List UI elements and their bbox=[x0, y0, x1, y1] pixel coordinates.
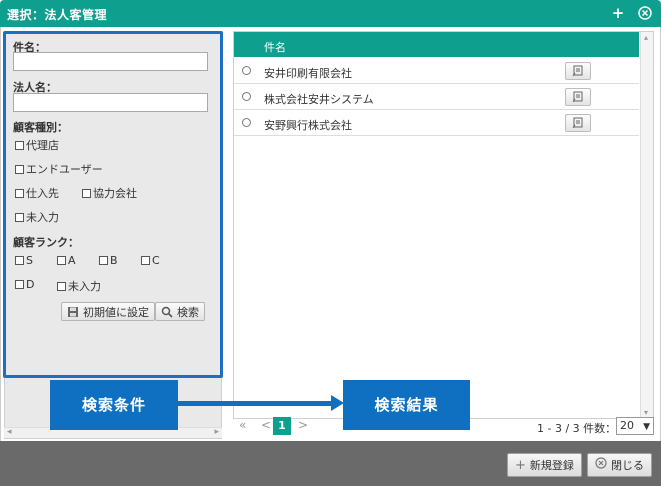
floppy-disk-icon bbox=[68, 306, 78, 317]
rank-checkbox-b[interactable]: B bbox=[99, 254, 118, 267]
checkbox-box[interactable] bbox=[15, 212, 24, 222]
close-circle-icon[interactable] bbox=[636, 4, 654, 22]
table-row[interactable]: 安野興行株式会社 bbox=[234, 110, 639, 136]
checkbox-box[interactable] bbox=[15, 164, 24, 174]
checkbox-label: S bbox=[26, 254, 33, 267]
row-radio[interactable] bbox=[242, 66, 251, 75]
detail-button[interactable] bbox=[565, 88, 591, 106]
type-checkbox-enduser[interactable]: エンドユーザー bbox=[15, 161, 103, 177]
reset-defaults-button[interactable]: 初期値に設定 bbox=[61, 302, 155, 321]
memo-icon bbox=[572, 91, 583, 103]
search-button-label: 検索 bbox=[177, 305, 199, 319]
close-button[interactable]: 閉じる bbox=[587, 453, 652, 477]
checkbox-label: エンドユーザー bbox=[26, 163, 103, 176]
customer-type-label: 顧客種別： bbox=[13, 121, 68, 134]
detail-button[interactable] bbox=[565, 62, 591, 80]
new-register-label: 新規登録 bbox=[529, 459, 574, 472]
callout-arrow-line bbox=[178, 401, 333, 406]
search-conditions-callout: 検索条件 bbox=[50, 380, 178, 430]
row-name: 安井印刷有限会社 bbox=[264, 67, 352, 80]
result-count: 1 - 3 / 3 件数： bbox=[537, 422, 617, 435]
row-radio[interactable] bbox=[242, 118, 251, 127]
next-page-icon[interactable]: > bbox=[298, 418, 308, 432]
current-page-button[interactable]: 1 bbox=[273, 417, 291, 435]
results-grid-header: 件名 bbox=[234, 32, 639, 57]
dialog-titlebar: 選択：法人客管理 + bbox=[0, 0, 661, 27]
close-label: 閉じる bbox=[611, 459, 644, 472]
memo-icon bbox=[572, 117, 583, 129]
first-page-icon[interactable]: « bbox=[239, 418, 246, 432]
plus-icon[interactable]: + bbox=[609, 4, 627, 22]
checkbox-box[interactable] bbox=[15, 140, 24, 150]
table-row[interactable]: 安井印刷有限会社 bbox=[234, 58, 639, 84]
checkbox-label: C bbox=[152, 254, 160, 267]
corp-name-input[interactable] bbox=[13, 93, 208, 112]
column-header-subject: 件名 bbox=[264, 41, 286, 54]
rank-checkbox-a[interactable]: A bbox=[57, 254, 76, 267]
scroll-left-icon[interactable]: ◂ bbox=[7, 427, 12, 437]
per-page-select[interactable]: 20 ▼ bbox=[616, 417, 654, 435]
checkbox-label: 代理店 bbox=[26, 139, 59, 152]
checkbox-box[interactable] bbox=[15, 188, 24, 198]
new-register-button[interactable]: + 新規登録 bbox=[507, 453, 582, 477]
checkbox-box[interactable] bbox=[82, 188, 91, 198]
checkbox-label: B bbox=[110, 254, 118, 267]
customer-rank-label: 顧客ランク： bbox=[13, 236, 79, 249]
rank-checkbox-c[interactable]: C bbox=[141, 254, 160, 267]
checkbox-box[interactable] bbox=[57, 256, 66, 265]
dialog-footer: + 新規登録 閉じる bbox=[0, 441, 661, 486]
prev-page-icon[interactable]: < bbox=[261, 418, 271, 432]
close-circle-icon bbox=[595, 457, 607, 473]
checkbox-box[interactable] bbox=[15, 256, 24, 265]
rank-checkbox-unset[interactable]: 未入力 bbox=[57, 278, 101, 294]
table-row[interactable]: 株式会社安井システム bbox=[234, 84, 639, 110]
row-radio[interactable] bbox=[242, 92, 251, 101]
search-button[interactable]: 検索 bbox=[155, 302, 205, 321]
checkbox-label: 仕入先 bbox=[26, 187, 59, 200]
detail-button[interactable] bbox=[565, 114, 591, 132]
type-checkbox-agency[interactable]: 代理店 bbox=[15, 137, 59, 153]
search-results-callout: 検索結果 bbox=[343, 380, 470, 430]
type-checkbox-unset[interactable]: 未入力 bbox=[15, 209, 59, 225]
rank-checkbox-d[interactable]: D bbox=[15, 278, 34, 291]
scroll-down-icon[interactable]: ▾ bbox=[644, 408, 648, 417]
per-page-value: 20 bbox=[620, 419, 634, 432]
subject-input[interactable] bbox=[13, 52, 208, 71]
search-icon bbox=[161, 306, 173, 318]
scroll-right-icon[interactable]: ▸ bbox=[214, 427, 219, 437]
checkbox-box[interactable] bbox=[99, 256, 108, 265]
checkbox-box[interactable] bbox=[15, 280, 24, 289]
checkbox-label: 未入力 bbox=[68, 280, 101, 293]
type-checkbox-supplier[interactable]: 仕入先 bbox=[15, 185, 59, 201]
plus-icon: + bbox=[515, 457, 526, 473]
reset-defaults-label: 初期値に設定 bbox=[83, 305, 149, 319]
results-vertical-scrollbar[interactable]: ▴ ▾ bbox=[640, 32, 653, 418]
row-name: 株式会社安井システム bbox=[264, 93, 374, 106]
checkbox-label: 協力会社 bbox=[93, 187, 137, 200]
type-checkbox-partner[interactable]: 協力会社 bbox=[82, 185, 137, 201]
memo-icon bbox=[572, 65, 583, 77]
dialog-title: 選択：法人客管理 bbox=[7, 8, 108, 22]
chevron-down-icon: ▼ bbox=[643, 422, 650, 432]
checkbox-box[interactable] bbox=[141, 256, 150, 265]
checkbox-label: D bbox=[26, 278, 35, 291]
rank-checkbox-s[interactable]: S bbox=[15, 254, 33, 267]
row-name: 安野興行株式会社 bbox=[264, 119, 352, 132]
checkbox-label: A bbox=[68, 254, 76, 267]
checkbox-label: 未入力 bbox=[26, 211, 59, 224]
scroll-up-icon[interactable]: ▴ bbox=[644, 33, 648, 42]
checkbox-box[interactable] bbox=[57, 281, 66, 291]
